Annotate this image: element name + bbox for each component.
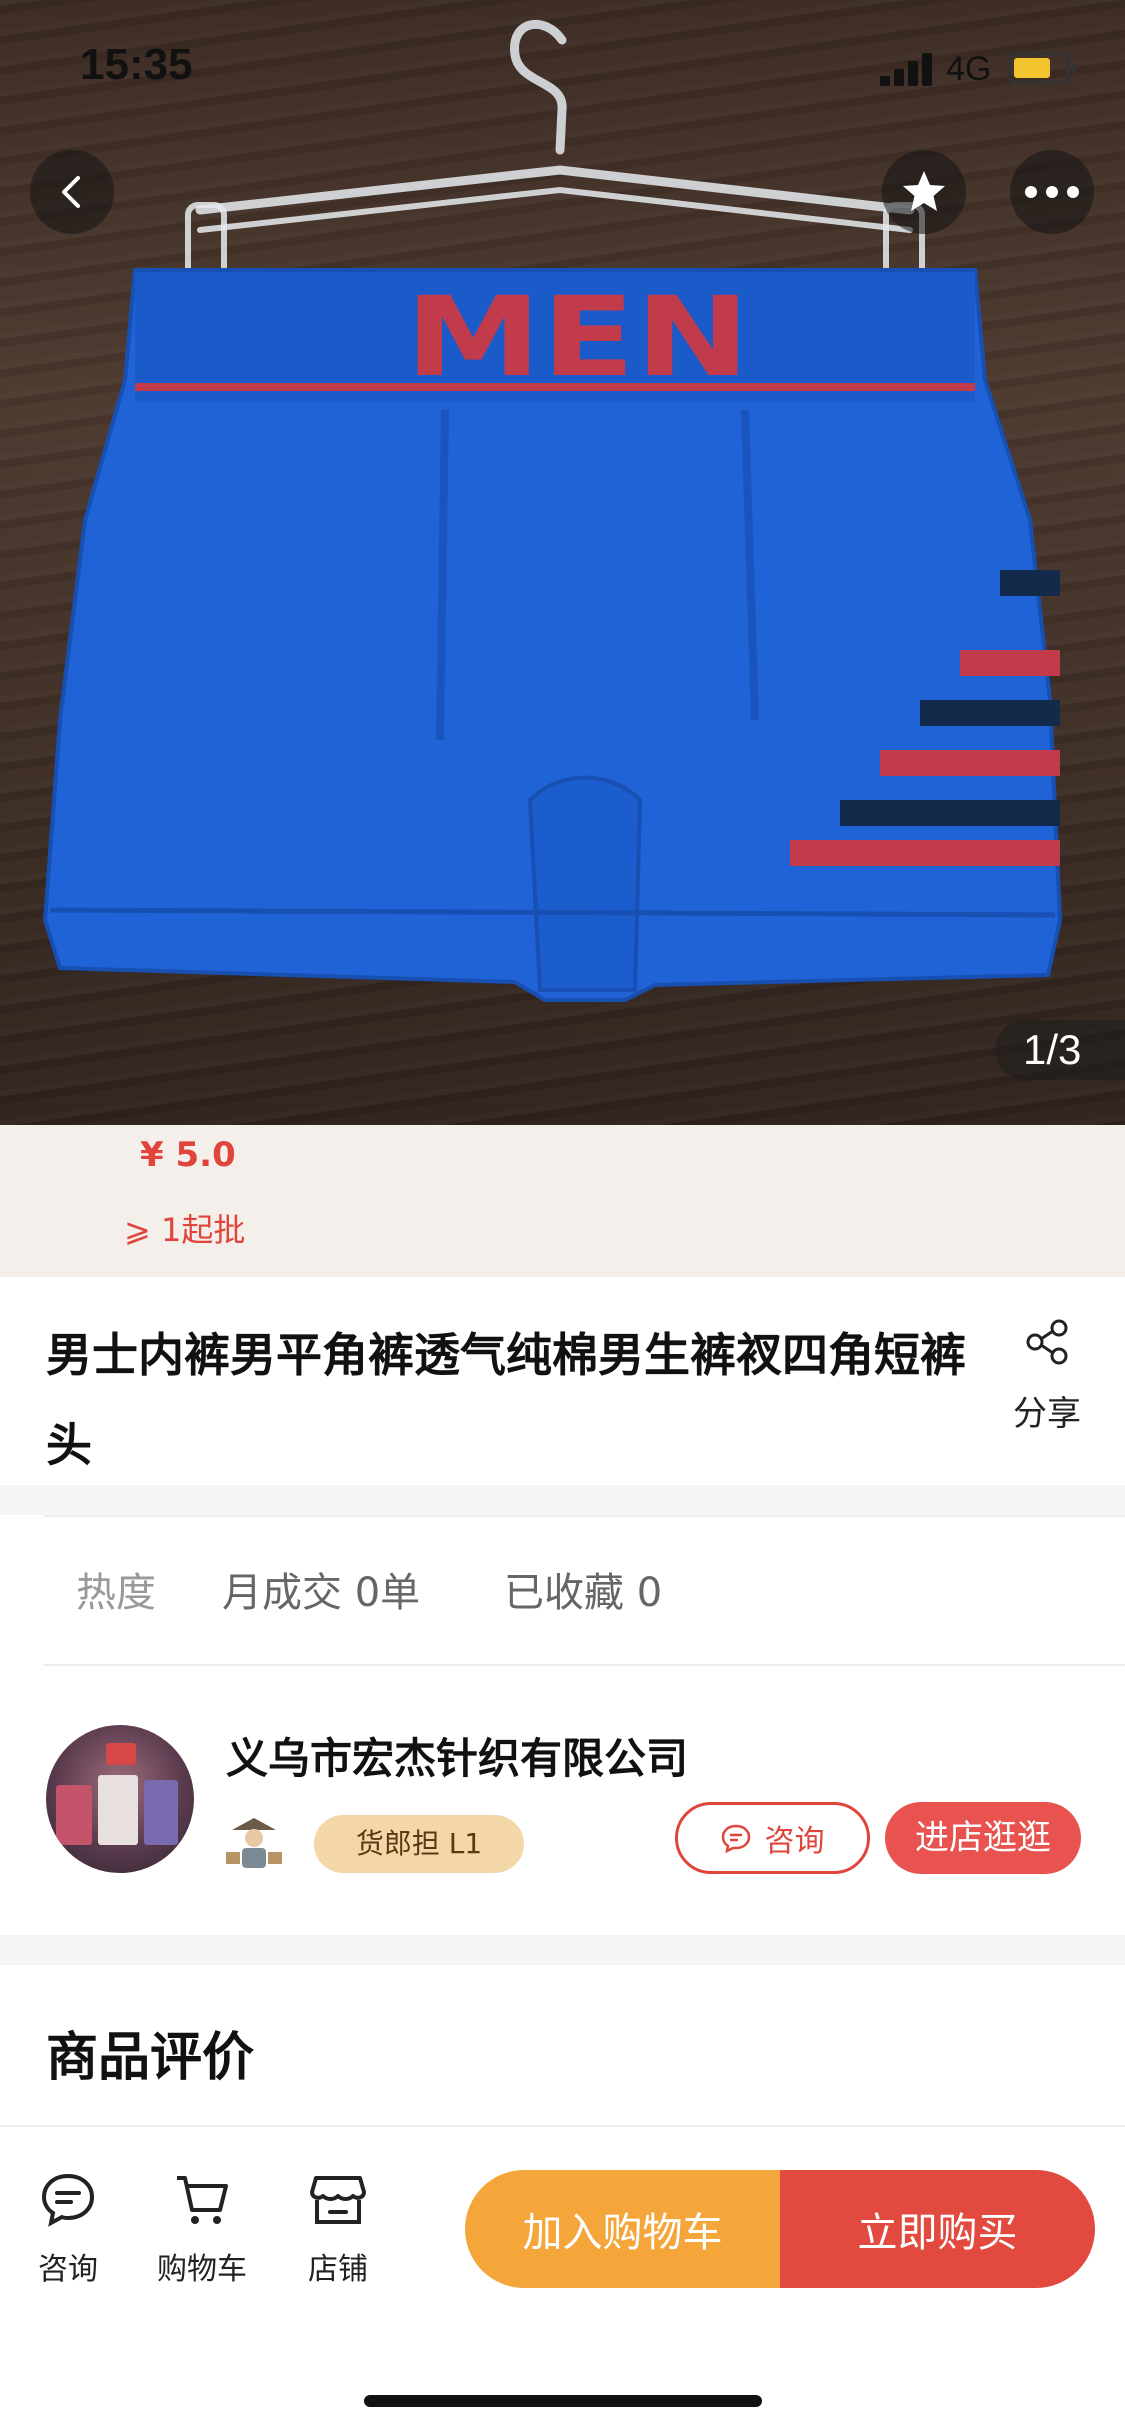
back-button[interactable] bbox=[30, 150, 114, 234]
favorite-button[interactable] bbox=[882, 150, 966, 234]
star-icon bbox=[903, 171, 945, 211]
product-title: 男士内裤男平角裤透气纯棉男生裤衩四角短裤头 bbox=[46, 1328, 966, 1472]
stat-heat: 热度 bbox=[76, 1570, 156, 1616]
men-print-text: MEN bbox=[405, 273, 750, 401]
stat-favorites: 已收藏 0 bbox=[504, 1570, 663, 1616]
divider-line bbox=[44, 1664, 1125, 1666]
purchase-actions: 加入购物车 立即购买 bbox=[465, 2170, 1095, 2288]
buy-now-button[interactable]: 立即购买 bbox=[780, 2170, 1095, 2288]
bottom-cart-label: 购物车 bbox=[157, 2252, 247, 2287]
bottom-consult-label: 咨询 bbox=[38, 2252, 98, 2287]
shop-consult-label: 咨询 bbox=[764, 1824, 825, 1859]
merchant-level-badge: 货郎担 L1 bbox=[314, 1815, 524, 1873]
share-button[interactable]: 分享 bbox=[1005, 1318, 1089, 1435]
peddler-icon bbox=[226, 1818, 282, 1868]
shop-consult-button[interactable]: 咨询 bbox=[675, 1802, 870, 1874]
home-indicator[interactable] bbox=[364, 2395, 762, 2407]
store-icon bbox=[310, 2176, 366, 2224]
chat-bubble-icon bbox=[41, 2173, 95, 2227]
more-dots-icon bbox=[1025, 186, 1079, 198]
reviews-title: 商品评价 bbox=[46, 2028, 255, 2088]
network-type: 4G bbox=[946, 50, 992, 88]
section-divider bbox=[0, 1485, 1125, 1515]
product-image-carousel[interactable]: MEN 15:35 4G 1/3 bbox=[0, 0, 1125, 1125]
stat-monthly-sales: 月成交 0单 bbox=[222, 1570, 421, 1616]
status-bar: 15:35 4G bbox=[0, 0, 1125, 132]
shop-avatar[interactable] bbox=[46, 1725, 194, 1873]
bottom-shop-button[interactable]: 店铺 bbox=[278, 2170, 398, 2288]
shop-name[interactable]: 义乌市宏杰针织有限公司 bbox=[226, 1725, 688, 1786]
section-divider bbox=[0, 1935, 1125, 1965]
image-counter: 1/3 bbox=[995, 1020, 1125, 1080]
back-chevron-icon bbox=[62, 176, 80, 208]
status-time: 15:35 bbox=[80, 40, 193, 89]
product-price: ¥ 5.0 bbox=[140, 1135, 236, 1175]
share-label: 分享 bbox=[1013, 1394, 1081, 1434]
more-button[interactable] bbox=[1010, 150, 1094, 234]
add-to-cart-button[interactable]: 加入购物车 bbox=[465, 2170, 780, 2288]
min-order-quantity: ⩾ 1起批 bbox=[124, 1211, 246, 1249]
share-icon bbox=[1026, 1319, 1068, 1365]
bottom-consult-button[interactable]: 咨询 bbox=[8, 2170, 128, 2288]
visit-store-button[interactable]: 进店逛逛 bbox=[885, 1802, 1081, 1874]
shopping-cart-icon bbox=[177, 2176, 228, 2224]
battery-icon bbox=[1008, 52, 1077, 84]
bottom-shop-label: 店铺 bbox=[308, 2252, 368, 2287]
signal-icon bbox=[880, 52, 936, 86]
chat-bubble-icon bbox=[721, 1824, 750, 1853]
bottom-cart-button[interactable]: 购物车 bbox=[142, 2170, 262, 2288]
divider-line bbox=[44, 1515, 1125, 1517]
